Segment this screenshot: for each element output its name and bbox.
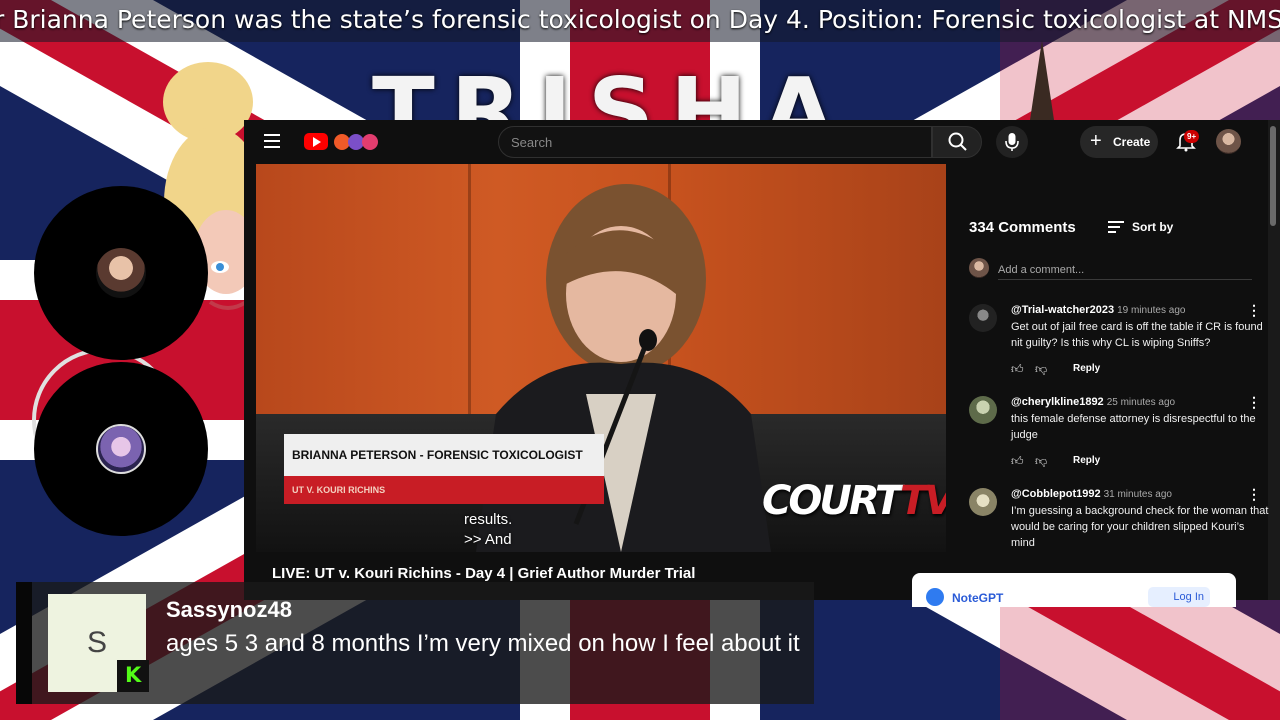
voice-search-button[interactable] xyxy=(996,126,1028,158)
youtube-logo-icon[interactable] xyxy=(304,133,328,150)
youtube-topbar: + Create 9+ xyxy=(244,120,1280,164)
commenter-avatar[interactable] xyxy=(969,396,997,424)
lower-third-case: UT V. KOURI RICHINS xyxy=(284,476,604,504)
reply-button[interactable]: Reply xyxy=(1073,455,1100,466)
notegpt-widget[interactable]: NoteGPT Log In xyxy=(912,573,1236,607)
comment-actions: 👍︎ 👎︎ Reply xyxy=(1011,454,1131,470)
commenter-avatar[interactable] xyxy=(969,304,997,332)
youtube-doodle-icon[interactable] xyxy=(332,132,384,152)
comment-header: @Trial-watcher2023 19 minutes ago xyxy=(1011,304,1185,316)
lower-third-name: BRIANNA PETERSON - FORENSIC TOXICOLOGIST xyxy=(284,434,604,476)
dislike-icon[interactable]: 👎︎ xyxy=(1035,454,1047,469)
sort-icon xyxy=(1108,221,1124,233)
webcam-circle-1 xyxy=(34,186,208,360)
video-player[interactable]: BRIANNA PETERSON - FORENSIC TOXICOLOGIST… xyxy=(256,164,946,552)
comment-author[interactable]: @Cobblepot1992 xyxy=(1011,488,1101,500)
youtube-window: + Create 9+ BRIANNA PETERSON - FORENSIC … xyxy=(244,120,1280,600)
add-comment-input[interactable] xyxy=(998,260,1252,280)
comment-text: Get out of jail free card is off the tab… xyxy=(1011,321,1263,349)
comment-actions: 👍︎ 👎︎ Reply xyxy=(1011,362,1131,378)
scrollbar-thumb[interactable] xyxy=(1270,126,1276,226)
chat-accent-bar xyxy=(16,582,32,704)
comment-author[interactable]: @cherylkline1892 xyxy=(1011,396,1104,408)
chat-message-overlay: S Sassynoz48 ages 5 3 and 8 months I’m v… xyxy=(16,582,814,704)
video-title[interactable]: LIVE: UT v. Kouri Richins - Day 4 | Grie… xyxy=(272,565,695,582)
kick-logo-icon xyxy=(117,660,149,692)
chat-message: ages 5 3 and 8 months I’m very mixed on … xyxy=(166,630,800,657)
menu-icon[interactable] xyxy=(264,134,280,148)
caption-line-2: >> And xyxy=(464,531,512,548)
comment-time[interactable]: 25 minutes ago xyxy=(1107,397,1175,408)
chat-username: Sassynoz48 xyxy=(166,597,292,622)
more-options-icon[interactable]: ⋮ xyxy=(1247,302,1261,319)
closed-caption: results. >> And xyxy=(464,510,512,550)
like-icon[interactable]: 👍︎ xyxy=(1011,454,1024,469)
news-ticker: r Brianna Peterson was the state’s foren… xyxy=(0,0,1280,42)
create-label: Create xyxy=(1113,135,1151,149)
more-options-icon[interactable]: ⋮ xyxy=(1247,486,1261,503)
plus-icon: + xyxy=(1090,130,1102,152)
ticker-text: r Brianna Peterson was the state’s foren… xyxy=(0,5,1280,34)
court-tv-word: COURT xyxy=(762,478,903,524)
dislike-icon[interactable]: 👎︎ xyxy=(1035,362,1047,377)
like-icon[interactable]: 👍︎ xyxy=(1011,362,1024,377)
search-input[interactable] xyxy=(498,126,932,158)
notification-badge: 9+ xyxy=(1184,130,1200,143)
notegpt-login-button[interactable]: Log In xyxy=(1148,587,1210,607)
user-avatar xyxy=(969,258,989,278)
notegpt-logo-icon xyxy=(926,588,944,606)
sort-label: Sort by xyxy=(1132,220,1174,234)
notegpt-label: NoteGPT xyxy=(952,591,1004,605)
comment-text: I’m guessing a background check for the … xyxy=(1011,505,1269,549)
comment-header: @cherylkline1892 25 minutes ago xyxy=(1011,396,1175,408)
comment-header: @Cobblepot1992 31 minutes ago xyxy=(1011,488,1172,500)
webcam-avatar-1 xyxy=(96,248,146,298)
search-button[interactable] xyxy=(932,126,982,158)
court-tv-accent: TV xyxy=(900,478,946,524)
comment-author[interactable]: @Trial-watcher2023 xyxy=(1011,304,1114,316)
lower-third: BRIANNA PETERSON - FORENSIC TOXICOLOGIST… xyxy=(284,434,604,504)
commenter-avatar[interactable] xyxy=(969,488,997,516)
account-avatar[interactable] xyxy=(1216,129,1241,154)
webcam-avatar-2 xyxy=(96,424,146,474)
comment-count: 334 Comments xyxy=(969,219,1076,236)
comment-time[interactable]: 31 minutes ago xyxy=(1104,489,1172,500)
comments-panel: 334 Comments Sort by @Trial-watcher20231… xyxy=(958,208,1268,600)
comment-time[interactable]: 19 minutes ago xyxy=(1117,305,1185,316)
reply-button[interactable]: Reply xyxy=(1073,363,1100,374)
webcam-circle-2 xyxy=(34,362,208,536)
create-button[interactable]: + Create xyxy=(1080,126,1158,158)
more-options-icon[interactable]: ⋮ xyxy=(1247,394,1261,411)
caption-line-1: results. xyxy=(464,511,513,528)
court-tv-watermark: COURTTV xyxy=(762,478,946,524)
comment-text: this female defense attorney is disrespe… xyxy=(1011,413,1256,441)
microphone-icon xyxy=(1005,133,1019,151)
search-icon xyxy=(948,132,967,151)
